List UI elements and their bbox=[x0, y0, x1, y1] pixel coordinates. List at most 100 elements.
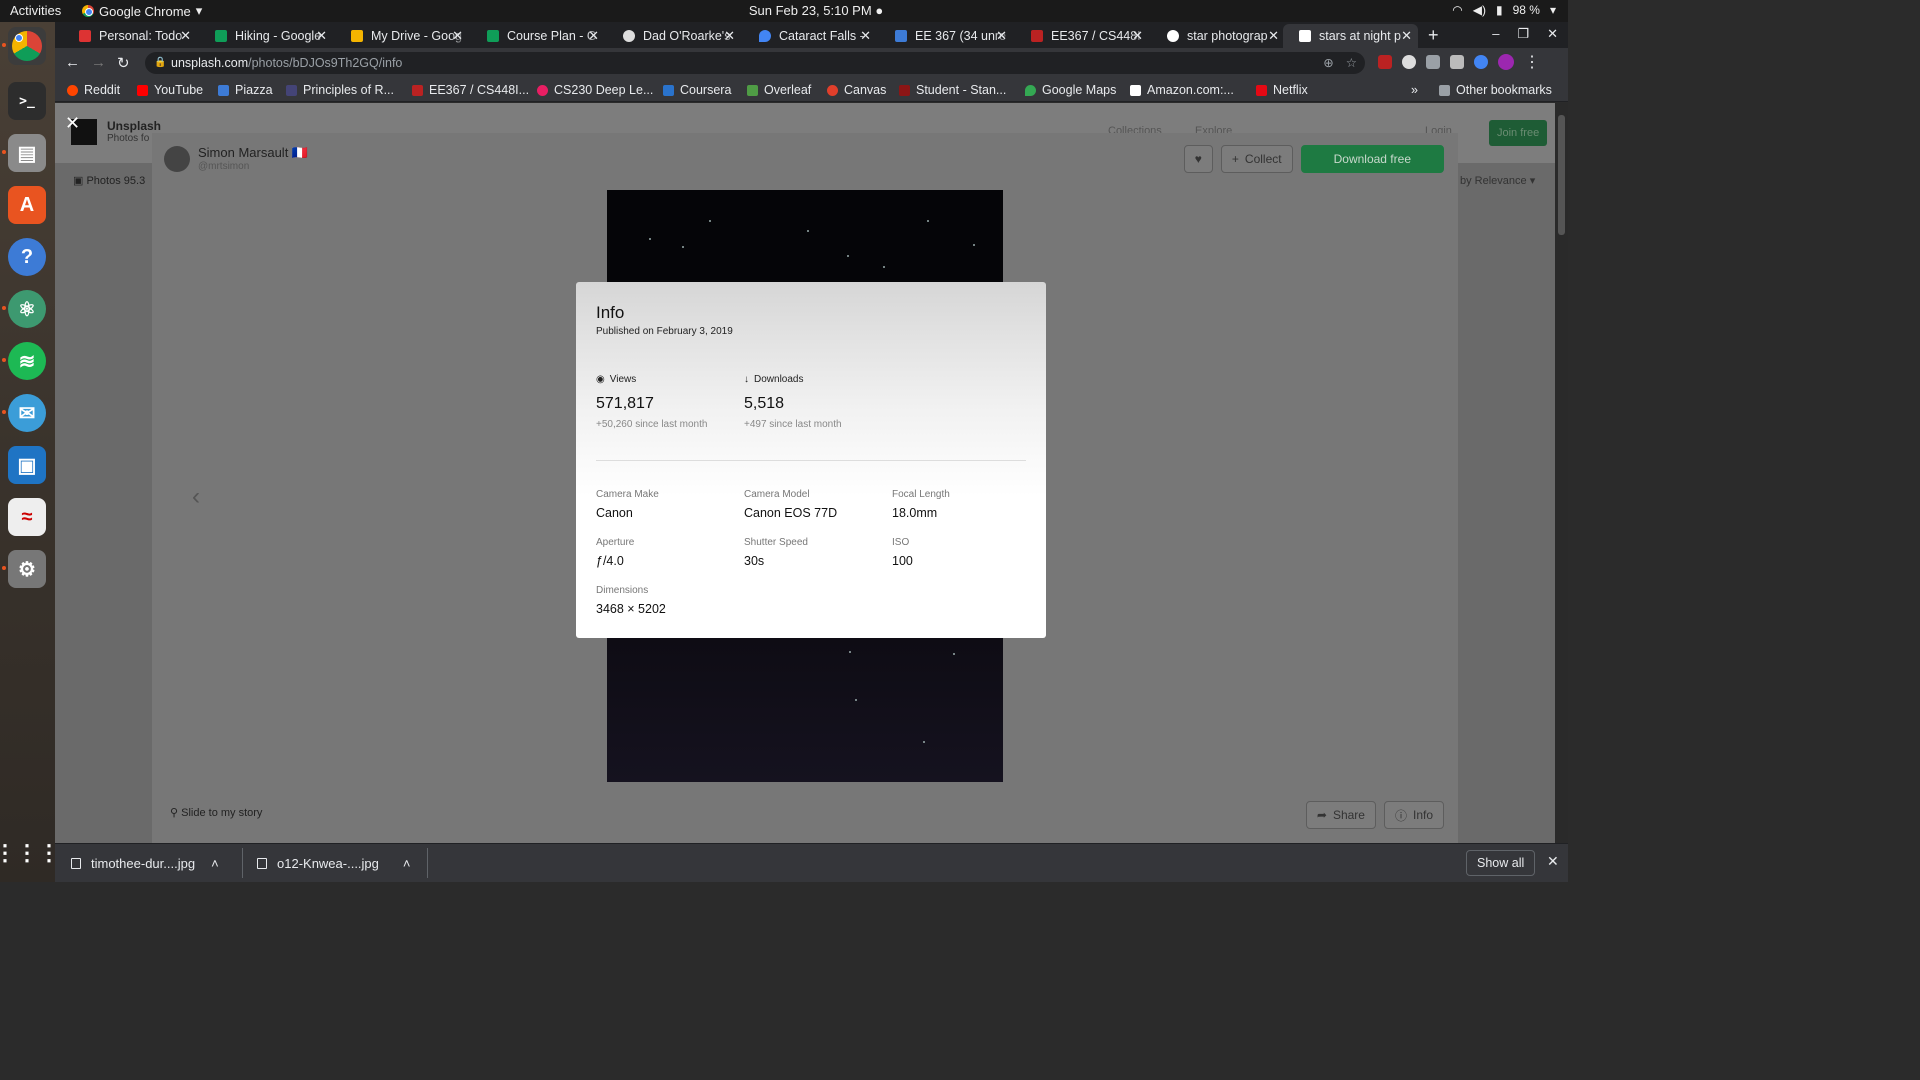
chevron-up-icon[interactable]: ˄ bbox=[403, 856, 411, 871]
extension-icon[interactable] bbox=[1378, 55, 1392, 69]
field-value: 100 bbox=[892, 554, 913, 568]
share-label: Share bbox=[1332, 808, 1365, 822]
system-tray[interactable]: ◠ ◀) ▮ 98 % ▾ bbox=[1452, 3, 1556, 17]
minimize-icon[interactable]: – bbox=[1492, 26, 1499, 42]
other-bookmarks[interactable]: Other bookmarks bbox=[1439, 83, 1552, 97]
scrollbar-thumb[interactable] bbox=[1558, 115, 1565, 235]
install-icon[interactable]: ⊕ bbox=[1323, 52, 1333, 74]
show-apps-button[interactable]: ⋮⋮⋮ bbox=[0, 834, 60, 872]
bookmark[interactable]: Reddit bbox=[67, 83, 120, 97]
star-icon[interactable]: ☆ bbox=[1346, 52, 1357, 74]
back-icon[interactable]: ← bbox=[65, 54, 80, 71]
close-icon[interactable]: ✕ bbox=[1132, 28, 1143, 44]
sort-dropdown[interactable]: by Relevance ▾ bbox=[1460, 174, 1535, 187]
bookmark[interactable]: Piazza bbox=[218, 83, 273, 97]
tab[interactable]: Course Plan - G ✕ bbox=[471, 24, 605, 48]
sort-label: by Relevance bbox=[1460, 175, 1527, 187]
chevron-up-icon[interactable]: ˄ bbox=[211, 856, 219, 871]
close-icon[interactable]: ✕ bbox=[316, 28, 327, 44]
bookmark[interactable]: EE367 / CS448I... bbox=[412, 83, 529, 97]
profile-avatar[interactable] bbox=[1498, 54, 1514, 70]
bookmark[interactable]: Coursera bbox=[663, 83, 731, 97]
atom-launcher[interactable]: ⚛ bbox=[2, 290, 46, 328]
menu-icon[interactable]: ⋮ bbox=[1524, 52, 1540, 72]
field-shutter-speed: Shutter Speed 30s bbox=[744, 537, 808, 568]
tab-photos[interactable]: ▣ Photos 95.3 bbox=[73, 174, 145, 187]
bookmark[interactable]: YouTube bbox=[137, 83, 203, 97]
settings-launcher[interactable]: ⚙ bbox=[2, 550, 46, 588]
extension-icon[interactable] bbox=[1402, 55, 1416, 69]
tab[interactable]: Dad O'Roarke's ✕ bbox=[607, 24, 741, 48]
chrome-launcher[interactable] bbox=[2, 27, 46, 65]
share-button[interactable]: ➦ Share bbox=[1305, 801, 1376, 829]
tab[interactable]: Cataract Falls - ✕ bbox=[743, 24, 877, 48]
vmware-icon: ▣ bbox=[17, 454, 37, 477]
download-item[interactable]: timothee-dur....jpg ˄ bbox=[71, 856, 219, 871]
tab[interactable]: Hiking - Google ✕ bbox=[199, 24, 333, 48]
download-item[interactable]: o12-Knwea-....jpg ˄ bbox=[257, 856, 411, 871]
page-scrollbar[interactable] bbox=[1555, 103, 1568, 843]
join-button[interactable]: Join free bbox=[1489, 120, 1548, 146]
bookmark[interactable]: Principles of R... bbox=[286, 83, 394, 97]
download-button[interactable]: Download free bbox=[1300, 145, 1444, 173]
bookmark[interactable]: Google Maps bbox=[1025, 83, 1116, 97]
bookmark[interactable]: Netflix bbox=[1256, 83, 1308, 97]
extension-icon[interactable] bbox=[1426, 55, 1440, 69]
field-label: Camera Make bbox=[596, 489, 659, 500]
files-launcher[interactable]: ▤ bbox=[2, 134, 46, 172]
forward-icon[interactable]: → bbox=[91, 54, 106, 71]
chevron-down-icon: ▾ bbox=[1549, 3, 1556, 17]
close-icon[interactable]: ✕ bbox=[452, 28, 463, 44]
close-icon[interactable]: ✕ bbox=[1547, 853, 1559, 870]
tab[interactable]: star photograp ✕ bbox=[1151, 24, 1285, 48]
tab[interactable]: My Drive - Goog ✕ bbox=[335, 24, 469, 48]
extension-icon[interactable] bbox=[1474, 55, 1488, 69]
help-launcher[interactable]: ? bbox=[8, 238, 46, 276]
location[interactable]: ⚲ Slide to my story bbox=[170, 806, 262, 819]
views-value: 571,817 bbox=[596, 395, 654, 412]
spotify-launcher[interactable]: ≋ bbox=[2, 342, 46, 380]
bookmark-icon bbox=[899, 84, 910, 96]
evince-launcher[interactable]: ≈ bbox=[8, 498, 46, 536]
bookmark[interactable]: CS230 Deep Le... bbox=[537, 83, 653, 97]
mail-launcher[interactable]: ✉ bbox=[2, 394, 46, 432]
vmware-launcher[interactable]: ▣ bbox=[8, 446, 46, 484]
bookmarks-overflow-icon[interactable]: » bbox=[1411, 83, 1418, 97]
close-icon[interactable]: ✕ bbox=[724, 28, 735, 44]
running-indicator bbox=[2, 150, 6, 154]
maximize-icon[interactable]: ❐ bbox=[1517, 26, 1529, 42]
new-tab-button[interactable]: + bbox=[1428, 25, 1439, 46]
close-window-icon[interactable]: ✕ bbox=[1547, 26, 1558, 42]
close-icon[interactable]: ✕ bbox=[860, 28, 871, 44]
photographer[interactable]: Simon Marsault 🇫🇷 @mrtsimon bbox=[164, 145, 308, 172]
bookmark[interactable]: Student - Stan... bbox=[899, 83, 1006, 97]
tab[interactable]: Personal: Todo ✕ bbox=[63, 24, 197, 48]
close-icon[interactable]: ✕ bbox=[1401, 28, 1412, 44]
extensions-bar: ⋮ bbox=[1378, 52, 1540, 72]
bookmark[interactable]: Overleaf bbox=[747, 83, 811, 97]
software-launcher[interactable]: A bbox=[8, 186, 46, 224]
lightbox-actions: ♥ + Collect Download free bbox=[1183, 145, 1444, 173]
reload-icon[interactable]: ↻ bbox=[117, 54, 130, 72]
close-icon[interactable]: ✕ bbox=[588, 28, 599, 44]
running-indicator bbox=[2, 410, 6, 414]
info-button[interactable]: ⓘ Info bbox=[1383, 801, 1444, 829]
bookmark[interactable]: Amazon.com:... bbox=[1130, 83, 1234, 97]
tab[interactable]: EE 367 (34 unre ✕ bbox=[879, 24, 1013, 48]
downloads-stat: ↓ Downloads 5,518 +497 since last month bbox=[744, 374, 842, 430]
bookmark[interactable]: Canvas bbox=[827, 83, 886, 97]
previous-photo-icon[interactable]: ‹ bbox=[192, 483, 200, 511]
show-all-button[interactable]: Show all bbox=[1466, 850, 1536, 876]
clock[interactable]: Sun Feb 23, 5:10 PM ● bbox=[0, 3, 1632, 18]
like-button[interactable]: ♥ bbox=[1183, 145, 1213, 173]
tab-active[interactable]: stars at night p ✕ bbox=[1283, 24, 1418, 48]
close-lightbox-icon[interactable]: ✕ bbox=[65, 113, 80, 134]
collect-button[interactable]: + Collect bbox=[1220, 145, 1293, 173]
close-icon[interactable]: ✕ bbox=[1268, 28, 1279, 44]
close-icon[interactable]: ✕ bbox=[180, 28, 191, 44]
terminal-launcher[interactable]: >_ bbox=[8, 82, 46, 120]
extension-icon[interactable] bbox=[1450, 55, 1464, 69]
tab[interactable]: EE367 / CS448I ✕ bbox=[1015, 24, 1149, 48]
address-bar[interactable]: 🔒 unsplash.com/photos/bDJOs9Th2GQ/info ⊕… bbox=[145, 52, 1365, 74]
close-icon[interactable]: ✕ bbox=[996, 28, 1007, 44]
